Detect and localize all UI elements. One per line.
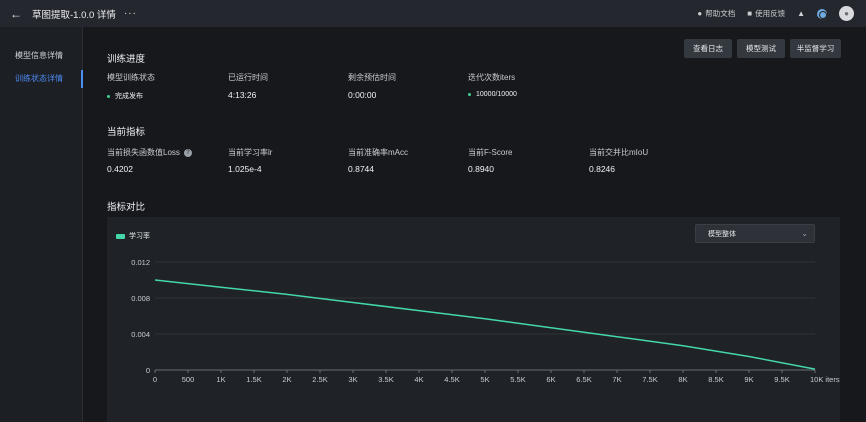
y-tick-label: 0.012 [131,258,150,267]
top-bar: ← 草图提取-1.0.0 详情 ··· ● 帮助文档 ■ 使用反馈 ▲ ● [0,0,866,27]
chart-panel: 学习率 模型整体 ⌄ 0 0.004 0.008 0.012 0 500 1K 1.5K 2K 2… [107,217,840,420]
y-tick-label: 0 [146,366,150,375]
language-globe-icon[interactable] [817,8,827,19]
macc-value: 0.8744 [348,164,374,174]
x-tick-label: 7K [612,375,621,384]
y-tick-label: 0.008 [131,294,150,303]
status-text: 完成发布 [115,93,143,100]
metric-compare-title: 指标对比 [107,202,146,213]
loss-label: 当前损失函数值Loss? [107,147,192,158]
learning-rate-line [154,279,816,370]
iterations-text: 10000/10000 [476,91,517,98]
page-title: 草图提取-1.0.0 详情 [32,9,116,21]
x-tick-label: 3K [348,375,357,384]
sidebar: 模型信息详情 训练状态详情 [0,27,83,422]
help-docs-link[interactable]: ● 帮助文档 [697,8,735,19]
x-tick-label: 2K [282,375,291,384]
x-tick-label: 7.5K [642,375,657,384]
more-options-icon[interactable]: ··· [124,8,137,19]
miou-value: 0.8246 [589,164,615,174]
user-icon: ● [844,9,849,18]
fscore-label: 当前F-Score [468,148,513,157]
remaining-value: 0:00:00 [348,90,377,100]
bell-icon[interactable]: ▲ [797,9,805,18]
x-tick-label: 8K [678,375,687,384]
iterations-label: 迭代次数iters [468,73,516,82]
view-log-button[interactable]: 查看日志 [684,39,732,58]
miou-label: 当前交并比mIoU [589,148,649,157]
training-status-label: 模型训练状态 [107,73,155,82]
macc-label: 当前准确率mAcc [348,148,408,157]
feedback-link[interactable]: ■ 使用反馈 [747,8,785,19]
current-metrics-title: 当前指标 [107,127,146,138]
elapsed-value: 4:13:26 [228,90,257,100]
top-right-tools: ● 帮助文档 ■ 使用反馈 ▲ ● [697,0,854,27]
question-icon[interactable]: ? [183,148,192,157]
iterations-value: 10000/10000 [468,91,517,98]
next-panel-edge [107,413,840,422]
main-content: 查看日志 模型测试 半监督学习 训练进度 模型训练状态 完成发布 已运行时间 4… [83,27,866,422]
model-test-button[interactable]: 模型测试 [737,39,785,58]
x-tick-label: 6K [546,375,555,384]
sidebar-item-training-status[interactable]: 训练状态详情 [0,70,83,88]
loss-value: 0.4202 [107,164,133,174]
x-tick-label: 9.5K [774,375,789,384]
x-tick-label: 0 [153,375,157,384]
x-tick-label: 500 [182,375,195,384]
feedback-icon: ■ [747,9,753,18]
x-tick-label: 6.5K [576,375,591,384]
learning-rate-chart: 0 0.004 0.008 0.012 0 500 1K 1.5K 2K 2.5K 3K 3.5K 4K… [131,258,840,384]
x-tick-label: 1.5K [246,375,261,384]
x-tick-label: 4.5K [444,375,459,384]
remaining-label: 剩余预估时间 [348,73,396,82]
x-tick-label: 8.5K [708,375,723,384]
y-tick-label: 0.004 [131,330,150,339]
elapsed-label: 已运行时间 [228,73,268,82]
loss-label-text: 当前损失函数值Loss [107,148,180,157]
x-tick-label: 4K [414,375,423,384]
iterations-dot [468,93,471,96]
x-tick-label: 2.5K [312,375,327,384]
fscore-value: 0.8940 [468,164,494,174]
lr-value: 1.025e-4 [228,164,262,174]
avatar[interactable]: ● [839,6,854,21]
semi-supervised-button[interactable]: 半监督学习 [790,39,841,58]
x-tick-label: 5.5K [510,375,525,384]
feedback-label: 使用反馈 [755,9,786,18]
training-status-value: 完成发布 [107,91,143,101]
sidebar-item-model-info[interactable]: 模型信息详情 [0,49,83,63]
status-dot [107,94,110,98]
lightbulb-icon: ● [697,9,703,18]
x-tick-label: 3.5K [378,375,393,384]
back-arrow-icon[interactable]: ← [10,8,26,20]
x-tick-label: 1K [216,375,225,384]
help-docs-label: 帮助文档 [705,9,736,18]
x-tick-label: 9K [744,375,753,384]
x-tick-label: 10K iters [810,375,840,384]
training-progress-title: 训练进度 [107,54,146,65]
lr-label: 当前学习率lr [228,148,273,157]
x-tick-label: 5K [480,375,489,384]
